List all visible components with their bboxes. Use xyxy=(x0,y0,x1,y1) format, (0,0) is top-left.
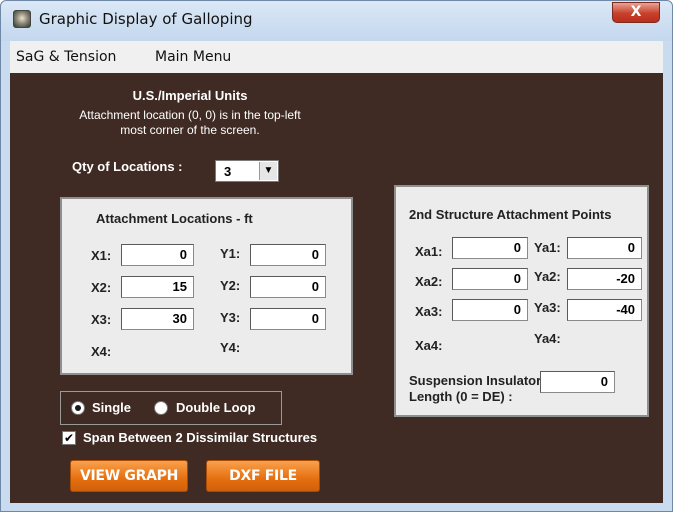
attachment-panel: Attachment Locations - ft X1: 0 Y1: 0 X2… xyxy=(60,197,353,375)
view-graph-button[interactable]: VIEW GRAPH xyxy=(70,460,188,492)
dxf-file-button[interactable]: DXF FILE xyxy=(206,460,320,492)
ya3-field[interactable]: -40 xyxy=(567,299,642,321)
chevron-down-icon[interactable]: ▼ xyxy=(259,162,277,180)
y1-field[interactable]: 0 xyxy=(250,244,326,266)
second-structure-title: 2nd Structure Attachment Points xyxy=(409,207,612,222)
double-loop-label[interactable]: Double Loop xyxy=(176,400,255,415)
loop-option-group: Single Double Loop xyxy=(60,391,282,425)
app-window: Graphic Display of Galloping X SaG & Ten… xyxy=(0,0,673,512)
units-heading-row: U.S./Imperial Units xyxy=(10,88,370,103)
y3-label: Y3: xyxy=(220,310,241,325)
span-label[interactable]: Span Between 2 Dissimilar Structures xyxy=(83,430,317,445)
qty-select[interactable]: 3 ▼ xyxy=(215,160,279,182)
qty-label: Qty of Locations : xyxy=(72,159,183,174)
y1-label: Y1: xyxy=(220,246,241,261)
app-globe-icon xyxy=(13,10,31,28)
ya2-label: Ya2: xyxy=(534,269,561,284)
qty-value: 3 xyxy=(224,164,232,179)
insulator-label-line-2: Length (0 = DE) : xyxy=(409,389,513,404)
menu-sag-tension[interactable]: SaG & Tension xyxy=(16,49,116,65)
x1-label: X1: xyxy=(91,248,112,263)
xa3-field[interactable]: 0 xyxy=(452,299,528,321)
xa2-field[interactable]: 0 xyxy=(452,268,528,290)
double-loop-radio[interactable] xyxy=(154,401,168,415)
insulator-length-field[interactable]: 0 xyxy=(540,371,615,393)
span-checkbox[interactable]: ✔ xyxy=(62,431,76,445)
ya1-field[interactable]: 0 xyxy=(567,237,642,259)
ya3-label: Ya3: xyxy=(534,300,561,315)
xa4-label: Xa4: xyxy=(415,338,443,353)
second-structure-panel: 2nd Structure Attachment Points Xa1: 0 Y… xyxy=(394,185,649,417)
x3-label: X3: xyxy=(91,312,112,327)
y2-label: Y2: xyxy=(220,278,241,293)
y4-label: Y4: xyxy=(220,340,241,355)
single-radio[interactable] xyxy=(71,401,85,415)
x4-label: X4: xyxy=(91,344,112,359)
x2-label: X2: xyxy=(91,280,112,295)
menu-bar: SaG & Tension Main Menu xyxy=(10,41,663,73)
y2-field[interactable]: 0 xyxy=(250,276,326,298)
x2-field[interactable]: 15 xyxy=(121,276,194,298)
x3-field[interactable]: 30 xyxy=(121,308,194,330)
xa1-label: Xa1: xyxy=(415,244,443,259)
radio-selected-dot xyxy=(75,405,81,411)
window-title: Graphic Display of Galloping xyxy=(39,10,253,28)
insulator-label-line-1: Suspension Insulator xyxy=(409,373,542,388)
single-label[interactable]: Single xyxy=(92,400,131,415)
main-content: U.S./Imperial Units Attachment location … xyxy=(10,73,663,503)
note-line-2: most corner of the screen. xyxy=(120,123,260,137)
close-button[interactable]: X xyxy=(612,2,660,23)
ya2-field[interactable]: -20 xyxy=(567,268,642,290)
ya4-label: Ya4: xyxy=(534,331,561,346)
attachment-title: Attachment Locations - ft xyxy=(96,211,253,226)
xa1-field[interactable]: 0 xyxy=(452,237,528,259)
ya1-label: Ya1: xyxy=(534,240,561,255)
xa2-label: Xa2: xyxy=(415,274,443,289)
x1-field[interactable]: 0 xyxy=(121,244,194,266)
note-line-1: Attachment location (0, 0) is in the top… xyxy=(79,108,301,122)
y3-field[interactable]: 0 xyxy=(250,308,326,330)
units-heading: U.S./Imperial Units xyxy=(132,88,248,103)
menu-main-menu[interactable]: Main Menu xyxy=(155,49,231,65)
title-bar[interactable]: Graphic Display of Galloping X xyxy=(1,1,672,41)
xa3-label: Xa3: xyxy=(415,304,443,319)
